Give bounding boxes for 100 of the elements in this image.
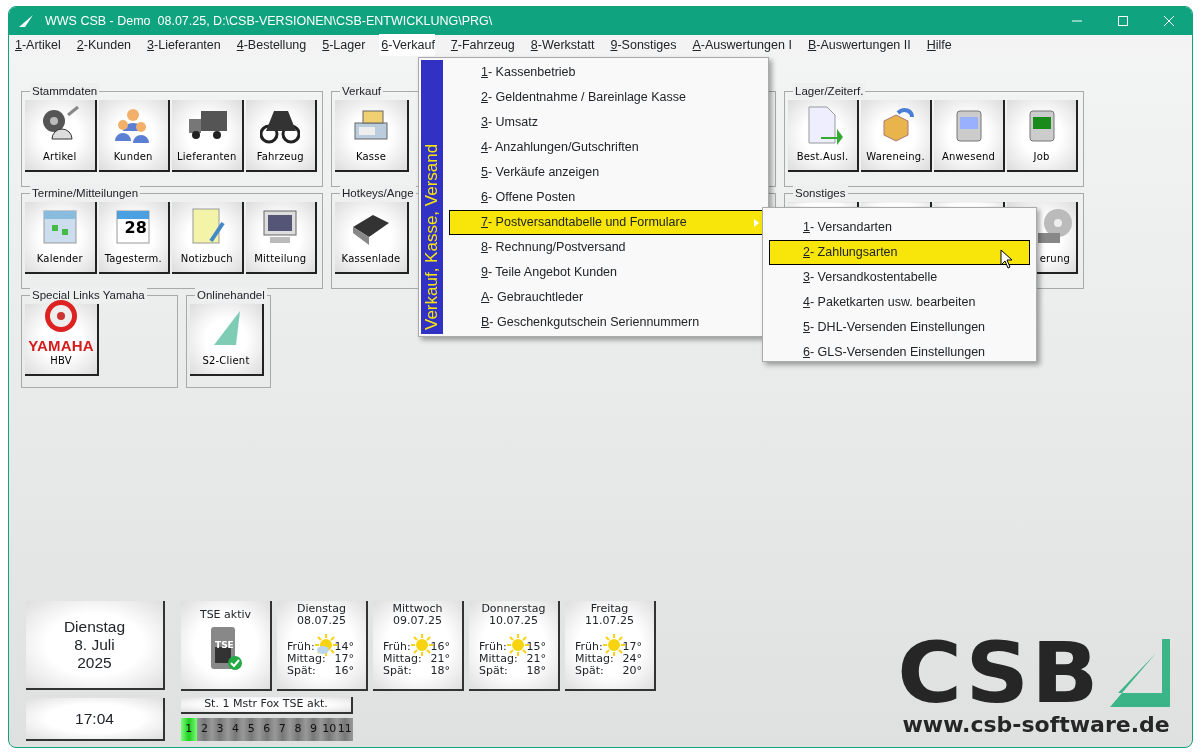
menu-item[interactable]: 5-Lager [320, 34, 366, 56]
tool-button[interactable]: Kassenlade [335, 202, 409, 274]
group-title: Stammdaten [30, 83, 100, 99]
date-text: 8. Juli [74, 635, 115, 654]
menu-item[interactable]: 5- Verkäufe anzeigen [449, 160, 766, 185]
tse-label: TSE aktiv [198, 609, 253, 621]
button-label: Best.Ausl. [796, 150, 849, 164]
button-label: Tagesterm. [104, 252, 162, 266]
check-icon [227, 656, 242, 670]
button-label: Job [1033, 150, 1050, 164]
time-display: 17:04 [26, 698, 165, 741]
weather-label: Mittag: [383, 653, 422, 665]
menu-item[interactable]: 2-Kunden [74, 34, 132, 56]
tool-button[interactable]: Job [1007, 100, 1078, 172]
station-tab[interactable]: 3 [212, 718, 228, 741]
menu-item[interactable]: B- Geschenkgutschein Seriennummern [449, 310, 766, 335]
menu-item[interactable]: 4-Bestellung [234, 34, 307, 56]
temperature: 21° [430, 653, 450, 665]
group-title: Termine/Mitteilungen [30, 185, 141, 201]
station-tab[interactable]: 8 [290, 718, 306, 741]
station-tab[interactable]: 5 [243, 718, 259, 741]
menu-item[interactable]: 4- Anzahlungen/Gutschriften [449, 135, 766, 160]
button-label: Artikel [43, 150, 77, 164]
tool-button[interactable]: Kasse [335, 100, 409, 172]
button-label: Wareneing. [866, 150, 925, 164]
tool-button[interactable]: Best.Ausl. [788, 100, 859, 172]
tool-button[interactable]: 28 Tagesterm. [98, 202, 170, 274]
menu-item[interactable]: 8- Rechnung/Postversand [449, 235, 766, 260]
button-label: HBV [50, 354, 72, 368]
tool-button[interactable]: Kalender [25, 202, 97, 274]
tool-button[interactable]: Fahrzeug [245, 100, 317, 172]
button-label: Fahrzeug [256, 150, 304, 164]
weather-label: Spät: [383, 665, 412, 677]
menu-item[interactable]: Hilfe [924, 34, 952, 56]
status-button[interactable]: St. 1 Mstr Fox TSE akt. [181, 697, 353, 714]
menu-item[interactable]: A-Auswertungen I [690, 34, 792, 56]
menu-item[interactable]: 9-Sonstiges [608, 34, 677, 56]
website-url: www.csb-software.de [902, 711, 1170, 739]
weather-label: Mittag: [287, 653, 326, 665]
menu-item[interactable]: 3- Umsatz [449, 110, 766, 135]
menu-item[interactable]: A- Gebrauchtleder [449, 285, 766, 310]
weather-date: 10.07.25 [488, 615, 539, 627]
menu-item[interactable]: 7-Fahrzeug [448, 34, 515, 56]
temperature: 16° [430, 641, 450, 653]
weather-day: Dienstag [277, 603, 366, 615]
tool-button[interactable]: Anwesend [934, 100, 1005, 172]
menu-item[interactable]: 9- Teile Angebot Kunden [449, 260, 766, 285]
weather-day: Mittwoch [373, 603, 462, 615]
menu-item[interactable]: 1- Kassenbetrieb [449, 60, 766, 85]
tool-button[interactable]: Notizbuch [172, 202, 244, 274]
tool-button[interactable]: Wareneing. [861, 100, 932, 172]
menu-item[interactable]: 6- GLS-Versenden Einstellungen [769, 340, 1030, 365]
button-label: Anwesend [941, 150, 996, 164]
button-label: Lieferanten [177, 150, 237, 164]
group-title: Sonstiges [793, 185, 848, 201]
logo-text: CSB [897, 638, 1101, 708]
weather-date: 11.07.25 [584, 615, 635, 627]
temperature: 24° [622, 653, 642, 665]
button-label: Kasse [355, 150, 387, 164]
weather-label: Früh: [287, 641, 315, 653]
menu-item[interactable]: 3-Lieferanten [145, 34, 221, 56]
station-tab[interactable]: 10 [321, 718, 337, 741]
weather-day: Donnerstag [469, 603, 558, 615]
tool-button[interactable]: S2-Client [190, 304, 264, 376]
menu-item[interactable]: 4- Paketkarten usw. bearbeiten [769, 290, 1030, 315]
weather-day: Freitag [565, 603, 654, 615]
weather-label: Früh: [479, 641, 507, 653]
group-title: Hotkeys/Ange [340, 185, 416, 201]
station-tab[interactable]: 1 [181, 718, 197, 741]
sun-icon [507, 634, 529, 656]
tool-button[interactable]: Mitteilung [245, 202, 317, 274]
button-label: Kunden [113, 150, 153, 164]
button-label: erung [1039, 252, 1071, 266]
date-text: Dienstag [63, 617, 126, 636]
cursor-icon [1000, 249, 1013, 269]
weather-date: 08.07.25 [296, 615, 347, 627]
tool-button[interactable]: Artikel [25, 100, 97, 172]
temperature: 15° [526, 641, 546, 653]
app-logo-icon [19, 15, 33, 27]
button-label: Mitteilung [254, 252, 307, 266]
group-title: Verkauf [340, 83, 383, 99]
brand-text: YAMAHA [28, 338, 94, 353]
menu-item[interactable]: B-Auswertungen II [805, 34, 911, 56]
button-label: Kassenlade [341, 252, 401, 266]
menu-item[interactable]: 1-Artikel [13, 34, 61, 56]
menu-item[interactable]: 6-Verkauf [379, 34, 435, 56]
menu-item[interactable]: 2- Zahlungsarten [769, 240, 1030, 265]
menu-item[interactable]: 5- DHL-Versenden Einstellungen [769, 315, 1030, 340]
temperature: 21° [526, 653, 546, 665]
temperature: 18° [526, 665, 546, 677]
day-number: 28 [124, 218, 148, 237]
menu-item[interactable]: 6- Offene Posten [449, 185, 766, 210]
menu-item[interactable]: 2- Geldentnahme / Bareinlage Kasse [449, 85, 766, 110]
tool-button[interactable]: Lieferanten [172, 100, 244, 172]
weather-label: Spät: [575, 665, 604, 677]
menu-banner: Verkauf, Kasse, Versand [421, 60, 443, 334]
menu-item[interactable]: 8-Werkstatt [528, 34, 595, 56]
date-text: 2025 [77, 653, 112, 672]
weather-label: Früh: [383, 641, 411, 653]
tool-button[interactable]: Kunden [98, 100, 170, 172]
